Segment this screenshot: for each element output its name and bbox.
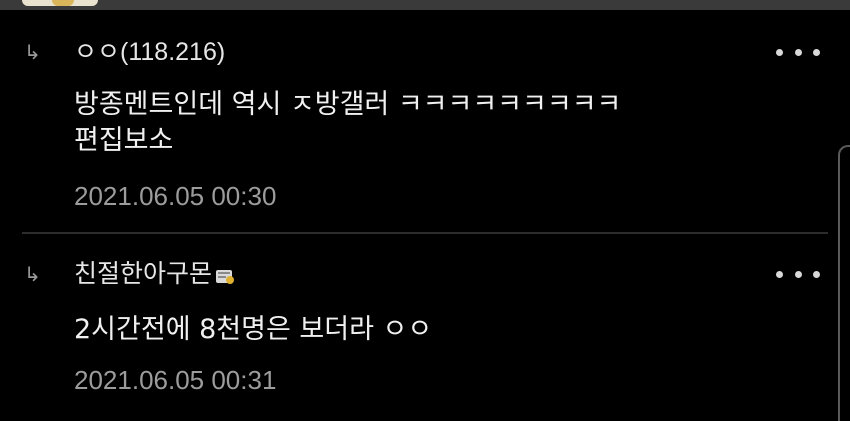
comment-author[interactable]: ㅇㅇ(118.216) <box>74 36 225 68</box>
dot-icon <box>794 48 802 56</box>
comment-line: 편집보소 <box>74 125 174 156</box>
reply-arrow-icon: ↳ <box>24 40 41 64</box>
top-separator-bar <box>0 0 850 10</box>
dot-icon <box>813 48 820 56</box>
more-options-button[interactable] <box>776 42 820 62</box>
comment-date: 2021.06.05 00:30 <box>74 181 277 211</box>
author-ip: (118.216) <box>120 38 226 66</box>
comment-author[interactable]: 친절한아구몬 <box>74 258 235 290</box>
fixed-nick-badge-icon <box>216 270 235 284</box>
reply-arrow-icon: ↳ <box>24 262 41 286</box>
dot-icon <box>813 270 820 278</box>
author-nickname: ㅇㅇ <box>74 37 121 66</box>
comment-line: 2시간전에 8천명은 보더라 ㅇㅇ <box>74 314 433 345</box>
dot-icon <box>776 48 783 56</box>
comment-date: 2021.06.05 00:31 <box>74 365 277 395</box>
dot-icon <box>776 270 783 278</box>
avatar-image <box>22 0 98 6</box>
author-nickname: 친절한아구몬 <box>74 259 213 288</box>
comment-body: 2시간전에 8천명은 보더라 ㅇㅇ <box>74 312 432 348</box>
dot-icon <box>794 270 802 278</box>
scroll-indicator[interactable] <box>838 145 850 421</box>
comment-divider <box>22 232 828 234</box>
comment-line: 방종멘트인데 역시 ㅈ방갤러 ㅋㅋㅋㅋㅋㅋㅋㅋㅋ <box>74 89 622 120</box>
more-options-button[interactable] <box>776 264 820 284</box>
comment-body: 방종멘트인데 역시 ㅈ방갤러 ㅋㅋㅋㅋㅋㅋㅋㅋㅋ 편집보소 <box>74 87 621 159</box>
